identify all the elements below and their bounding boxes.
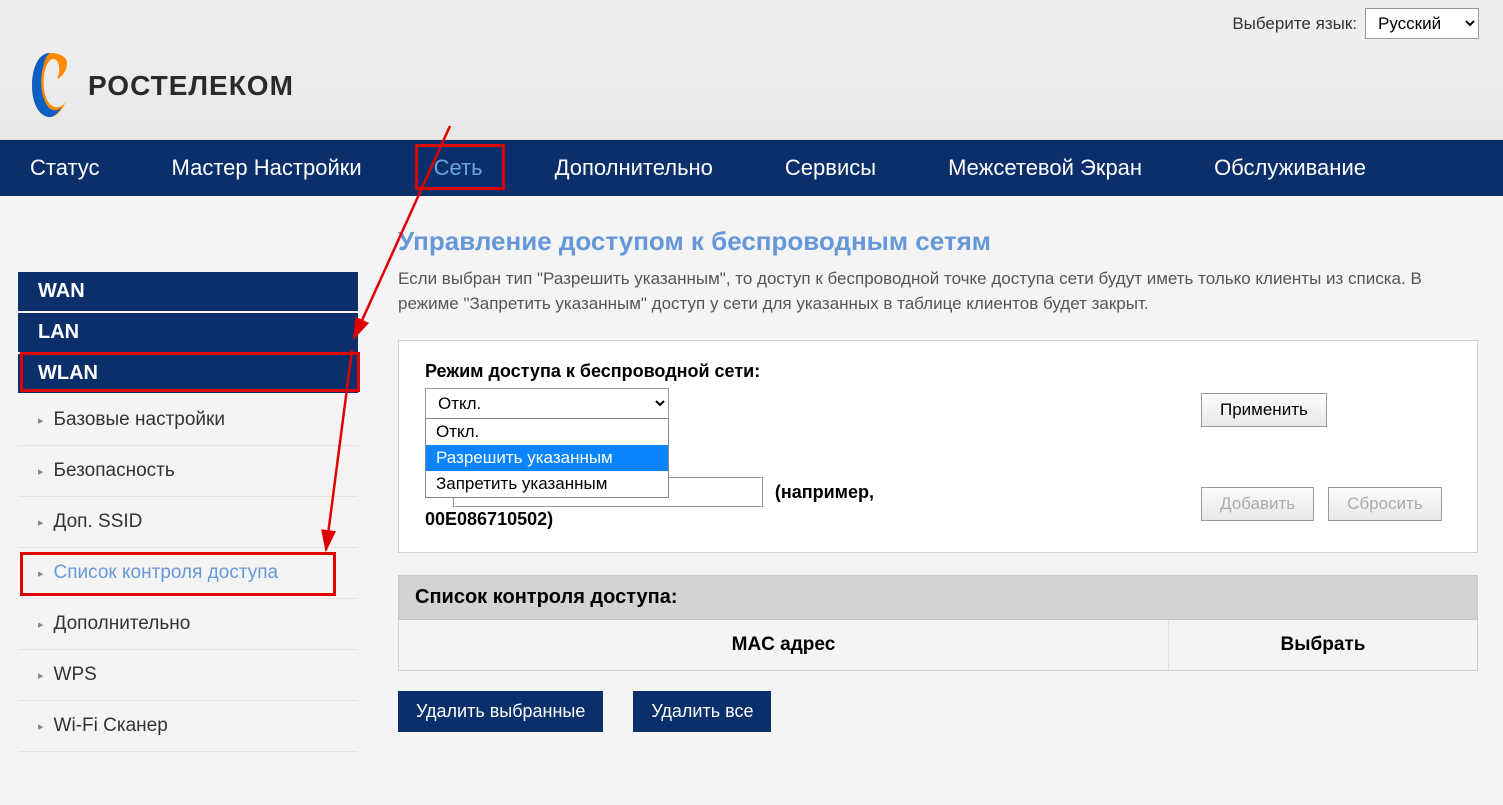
nav-maintenance[interactable]: Обслуживание (1178, 140, 1402, 196)
action-row: Удалить выбранные Удалить все (398, 691, 1478, 732)
nav-network[interactable]: Сеть (398, 140, 519, 196)
nav-advanced[interactable]: Дополнительно (519, 140, 749, 196)
mode-option-off[interactable]: Откл. (426, 419, 668, 445)
rostelecom-logo-icon (24, 51, 76, 121)
logo: РОСТЕЛЕКОМ (24, 51, 294, 121)
sidebar-item-label: Базовые настройки (54, 409, 225, 431)
reset-button[interactable]: Сбросить (1328, 487, 1442, 521)
chevron-right-icon: ▸ (38, 516, 44, 529)
col-select-header: Выбрать (1169, 620, 1477, 670)
sidebar-advanced[interactable]: ▸ Дополнительно (18, 599, 358, 650)
mode-label: Режим доступа к беспроводной сети: (425, 361, 1181, 382)
sidebar-access-control-list[interactable]: ▸ Список контроля доступа (18, 548, 358, 599)
page-body: WAN LAN WLAN ▸ Базовые настройки ▸ Безопас… (0, 196, 1503, 782)
header: РОСТЕЛЕКОМ (0, 39, 1503, 140)
acl-table: MAC адрес Выбрать (398, 620, 1478, 671)
mode-select-wrap: Откл. Откл. Разрешить указанным Запретит… (425, 388, 669, 419)
mode-select[interactable]: Откл. (425, 388, 669, 419)
sidebar-item-label: Безопасность (54, 460, 175, 482)
nav-status[interactable]: Статус (0, 140, 136, 196)
sidebar-security[interactable]: ▸ Безопасность (18, 446, 358, 497)
chevron-right-icon: ▸ (38, 618, 44, 631)
delete-selected-button[interactable]: Удалить выбранные (398, 691, 603, 732)
page-description: Если выбран тип "Разрешить указанным", т… (398, 267, 1478, 316)
sidebar-basic-settings[interactable]: ▸ Базовые настройки (18, 395, 358, 446)
top-bar: Выберите язык: Русский (0, 0, 1503, 39)
apply-button[interactable]: Применить (1201, 393, 1327, 427)
mac-sample: 00E086710502) (425, 509, 1181, 530)
col-mac-header: MAC адрес (399, 620, 1169, 670)
chevron-right-icon: ▸ (38, 414, 44, 427)
acl-section-header: Список контроля доступа: (398, 575, 1478, 620)
panel-left: Режим доступа к беспроводной сети: Откл.… (425, 361, 1181, 530)
sidebar-item-label: Доп. SSID (54, 511, 143, 533)
sidebar-item-label: Список контроля доступа (54, 562, 279, 584)
nav-services[interactable]: Сервисы (749, 140, 912, 196)
mode-option-allow[interactable]: Разрешить указанным (426, 445, 668, 471)
nav-firewall[interactable]: Межсетевой Экран (912, 140, 1178, 196)
chevron-right-icon: ▸ (38, 465, 44, 478)
sidebar-item-label: WPS (54, 664, 97, 686)
panel-right: Применить Добавить Сбросить (1201, 361, 1451, 530)
language-select[interactable]: Русский (1365, 8, 1479, 39)
sidebar-item-label: Дополнительно (54, 613, 191, 635)
main-content: Управление доступом к беспроводным сетям… (398, 226, 1478, 732)
add-reset-row: Добавить Сбросить (1201, 487, 1451, 521)
chevron-right-icon: ▸ (38, 669, 44, 682)
settings-panel: Режим доступа к беспроводной сети: Откл.… (398, 340, 1478, 553)
mode-dropdown: Откл. Разрешить указанным Запретить указ… (425, 418, 669, 498)
add-button[interactable]: Добавить (1201, 487, 1314, 521)
sidebar: WAN LAN WLAN ▸ Базовые настройки ▸ Безопас… (18, 226, 358, 752)
sidebar-wlan[interactable]: WLAN (18, 354, 358, 393)
sidebar-wps[interactable]: ▸ WPS (18, 650, 358, 701)
main-nav: Статус Мастер Настройки Сеть Дополнитель… (0, 140, 1503, 196)
sidebar-lan[interactable]: LAN (18, 313, 358, 352)
sidebar-additional-ssid[interactable]: ▸ Доп. SSID (18, 497, 358, 548)
chevron-right-icon: ▸ (38, 720, 44, 733)
page-title: Управление доступом к беспроводным сетям (398, 226, 1478, 257)
chevron-right-icon: ▸ (38, 567, 44, 580)
language-label: Выберите язык: (1232, 14, 1357, 34)
sidebar-wan[interactable]: WAN (18, 272, 358, 311)
mode-option-deny[interactable]: Запретить указанным (426, 471, 668, 497)
delete-all-button[interactable]: Удалить все (633, 691, 771, 732)
sidebar-item-label: Wi-Fi Сканер (54, 715, 168, 737)
sidebar-wifi-scanner[interactable]: ▸ Wi-Fi Сканер (18, 701, 358, 752)
mac-hint: (например, (775, 482, 874, 503)
nav-wizard[interactable]: Мастер Настройки (136, 140, 398, 196)
brand-text: РОСТЕЛЕКОМ (88, 70, 294, 102)
